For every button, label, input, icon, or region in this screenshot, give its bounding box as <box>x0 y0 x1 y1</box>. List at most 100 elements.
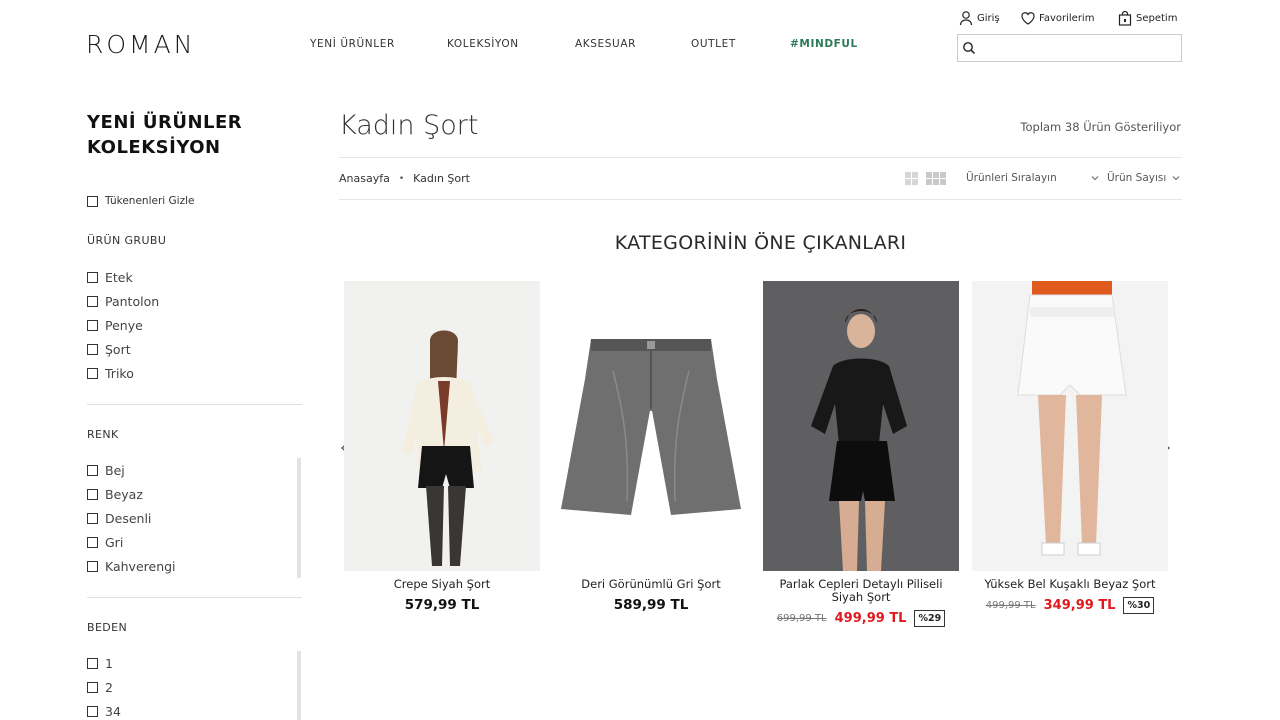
checkbox-icon <box>87 682 98 693</box>
filter-scrollbar[interactable] <box>297 458 301 578</box>
breadcrumb-current[interactable]: Kadın Şort <box>413 172 470 185</box>
checkbox-icon <box>87 537 98 548</box>
product-image[interactable] <box>344 281 540 571</box>
grid-2-icon[interactable] <box>905 172 918 185</box>
filter-option-label: Bej <box>105 463 125 478</box>
filter-option-label: Gri <box>105 535 124 550</box>
shopping-bag-icon <box>1118 10 1132 26</box>
checkbox-icon <box>87 320 98 331</box>
product-card[interactable]: Deri Görünümlü Gri Şort 589,99 TL <box>553 281 749 613</box>
filter-option[interactable]: Bej <box>87 463 125 478</box>
product-sale-price: 499,99 TL <box>834 611 907 626</box>
product-old-price: 499,99 TL <box>985 600 1036 611</box>
checkbox-icon <box>87 658 98 669</box>
product-name[interactable]: Yüksek Bel Kuşaklı Beyaz Şort <box>972 578 1168 591</box>
filter-option[interactable]: Triko <box>87 366 134 381</box>
filter-scrollbar[interactable] <box>297 651 301 720</box>
filter-option-label: Kahverengi <box>105 559 176 574</box>
logo[interactable]: ROMAN <box>86 30 195 59</box>
sort-dropdown[interactable]: Ürünleri Sıralayın <box>966 172 1099 184</box>
breadcrumb-home[interactable]: Anasayfa <box>339 172 390 185</box>
login-label: Giriş <box>977 12 1000 24</box>
filter-option[interactable]: Gri <box>87 535 123 550</box>
breadcrumb-separator: • <box>398 173 405 184</box>
grid-3-icon[interactable] <box>926 172 946 185</box>
product-image[interactable] <box>763 281 959 571</box>
filter-option[interactable]: 2 <box>87 680 113 695</box>
chevron-down-icon <box>1091 176 1099 181</box>
filter-option[interactable]: Pantolon <box>87 294 159 309</box>
filter-option[interactable]: Penye <box>87 318 143 333</box>
nav-outlet[interactable]: OUTLET <box>691 38 736 50</box>
filter-option[interactable]: Etek <box>87 270 133 285</box>
filter-option[interactable]: Beyaz <box>87 487 143 502</box>
filter-option[interactable]: 34 <box>87 704 121 719</box>
product-name[interactable]: Deri Görünümlü Gri Şort <box>553 578 749 591</box>
filter-option-label: 2 <box>105 680 113 695</box>
filter-option[interactable]: Kahverengi <box>87 559 176 574</box>
checkbox-icon <box>87 465 98 476</box>
checkbox-icon <box>87 344 98 355</box>
checkbox-icon <box>87 489 98 500</box>
filter-option-label: 1 <box>105 656 113 671</box>
chevron-down-icon <box>1172 176 1180 181</box>
cart-label: Sepetim <box>1136 12 1178 24</box>
filter-option-label: Desenli <box>105 511 152 526</box>
sidebar-title-line1: YENİ ÜRÜNLER <box>87 112 243 133</box>
price-row: 589,99 TL <box>553 597 749 613</box>
discount-badge: %30 <box>1123 597 1155 614</box>
filter-group-title[interactable]: RENK <box>87 428 119 441</box>
discount-badge: %29 <box>914 610 946 627</box>
filter-option[interactable]: Desenli <box>87 511 151 526</box>
product-count-text: Toplam 38 Ürün Gösteriliyor <box>1020 120 1181 134</box>
count-dropdown[interactable]: Ürün Sayısı <box>1107 172 1180 184</box>
nav-yeni-urunler[interactable]: YENİ ÜRÜNLER <box>310 38 395 50</box>
price-row: 499,99 TL 349,99 TL %30 <box>972 597 1168 614</box>
divider <box>339 199 1182 200</box>
product-image[interactable] <box>972 281 1168 571</box>
product-price: 589,99 TL <box>613 597 689 613</box>
filter-option-label: Şort <box>105 342 131 357</box>
filter-option-label: 34 <box>105 704 121 719</box>
nav-aksesuar[interactable]: AKSESUAR <box>575 38 636 50</box>
cart-link[interactable]: Sepetim <box>1117 10 1177 26</box>
login-link[interactable]: Giriş <box>958 10 1000 26</box>
nav-mindful[interactable]: #MINDFUL <box>790 38 858 50</box>
product-card[interactable]: Crepe Siyah Şort 579,99 TL <box>344 281 540 613</box>
sidebar-title: YENİ ÜRÜNLER KOLEKSİYON <box>87 110 242 160</box>
filter-option[interactable]: Şort <box>87 342 131 357</box>
filter-option-label: Pantolon <box>105 294 160 309</box>
filter-option-label: Penye <box>105 318 143 333</box>
filter-option-label: Triko <box>105 366 134 381</box>
price-row: 579,99 TL <box>344 597 540 613</box>
nav-koleksiyon[interactable]: KOLEKSİYON <box>447 38 519 50</box>
sidebar-divider <box>87 404 302 405</box>
breadcrumb: Anasayfa • Kadın Şort <box>339 172 470 185</box>
checkbox-icon <box>87 561 98 572</box>
section-title: KATEGORİNİN ÖNE ÇIKANLARI <box>614 232 907 254</box>
search-icon[interactable] <box>962 41 976 55</box>
sidebar-divider <box>87 597 302 598</box>
checkbox-icon <box>87 368 98 379</box>
search-input[interactable] <box>978 37 1178 59</box>
filter-option[interactable]: 1 <box>87 656 113 671</box>
checkbox-icon <box>87 272 98 283</box>
product-image[interactable] <box>553 281 749 571</box>
filter-option-label: Beyaz <box>105 487 143 502</box>
hide-out-of-stock-checkbox[interactable]: Tükenenleri Gizle <box>87 195 194 207</box>
favorites-label: Favorilerim <box>1039 12 1095 24</box>
product-price: 579,99 TL <box>404 597 480 613</box>
hide-out-of-stock-label: Tükenenleri Gizle <box>105 195 195 207</box>
divider <box>339 157 1182 158</box>
filter-group-title[interactable]: BEDEN <box>87 621 127 634</box>
price-row: 699,99 TL 499,99 TL %29 <box>763 610 959 627</box>
search-box <box>957 34 1182 62</box>
product-old-price: 699,99 TL <box>776 613 827 624</box>
product-card[interactable]: Parlak Cepleri Detaylı Piliseli Siyah Şo… <box>763 281 959 627</box>
user-icon <box>959 11 973 26</box>
heart-icon <box>1021 12 1035 25</box>
product-card[interactable]: Yüksek Bel Kuşaklı Beyaz Şort 499,99 TL … <box>972 281 1168 614</box>
favorites-link[interactable]: Favorilerim <box>1020 10 1094 26</box>
product-name[interactable]: Parlak Cepleri Detaylı Piliseli Siyah Şo… <box>763 578 959 604</box>
product-name[interactable]: Crepe Siyah Şort <box>344 578 540 591</box>
